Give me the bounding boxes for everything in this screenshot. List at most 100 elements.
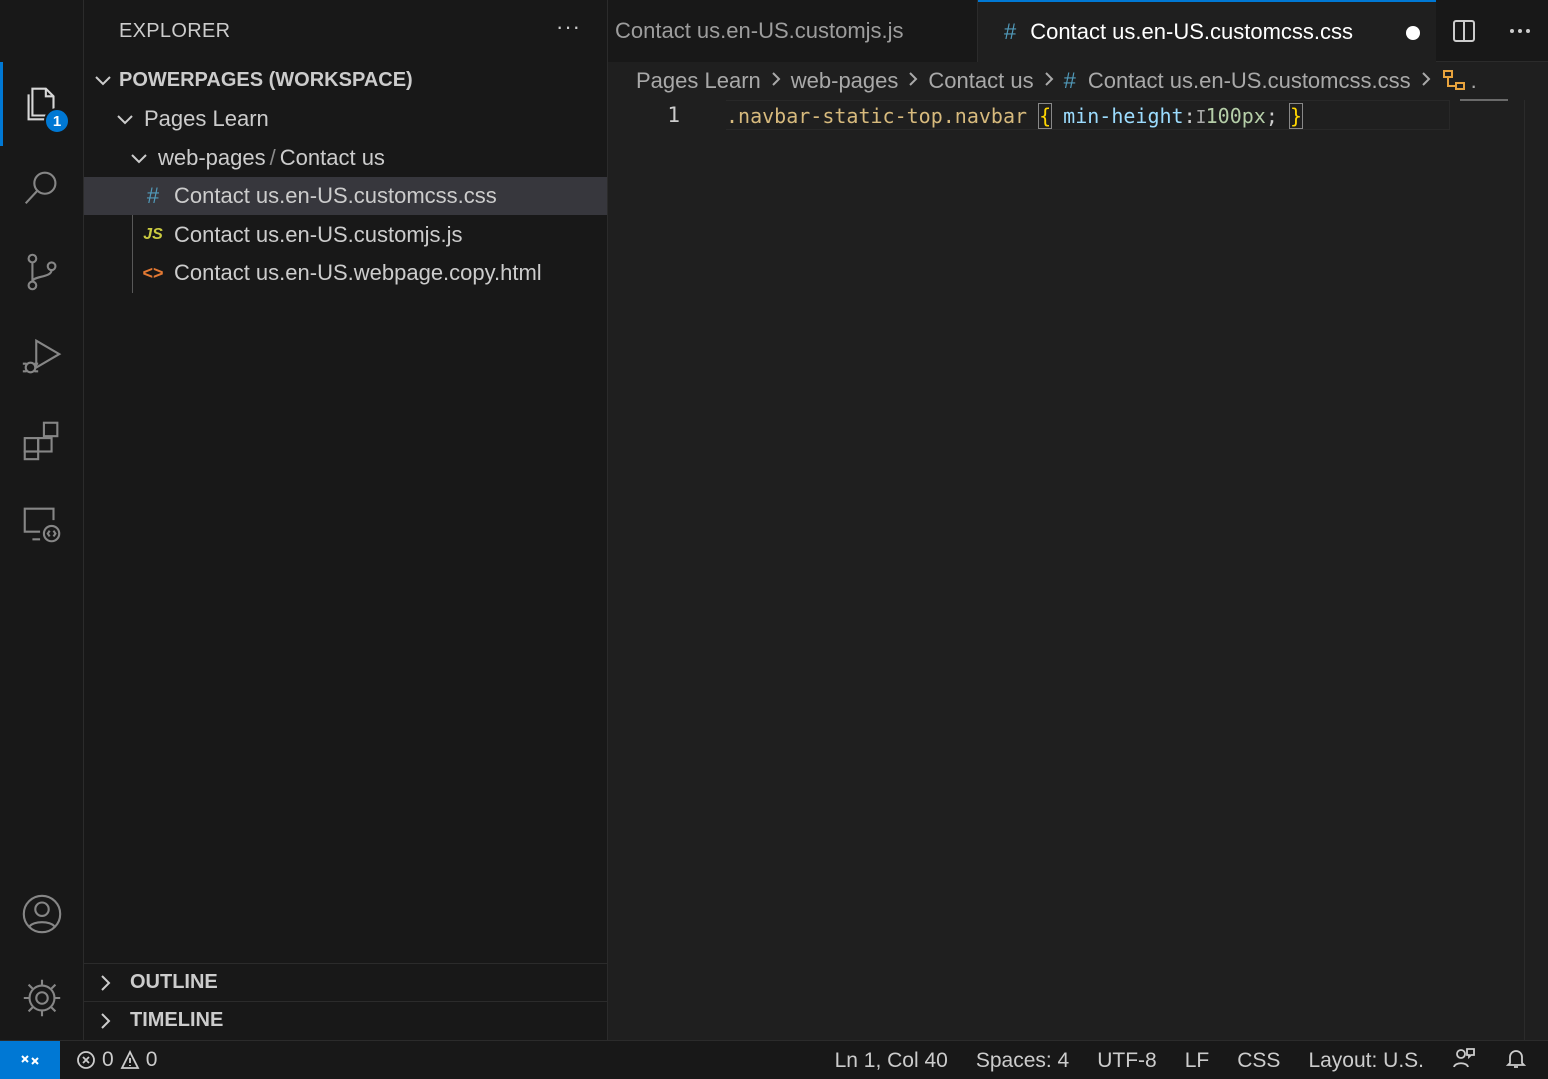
tree-file-webpage-copy[interactable]: <> Contact us.en-US.webpage.copy.html [84, 254, 607, 292]
status-bar-right: Ln 1, Col 40 Spaces: 4 UTF-8 LF CSS Layo… [835, 1041, 1548, 1079]
file-label: Contact us.en-US.webpage.copy.html [174, 260, 542, 285]
js-file-icon: JS [143, 226, 163, 243]
error-count: 0 [102, 1048, 114, 1071]
tab-label: Contact us.en-US.customcss.css [1030, 19, 1354, 44]
colon-token: : [1183, 104, 1196, 128]
remote-explorer-icon [23, 507, 61, 543]
status-bar: 0 0 Ln 1, Col 40 Spaces: 4 UTF-8 LF CSS … [0, 1040, 1548, 1079]
error-icon [77, 1051, 95, 1069]
breadcrumb-file[interactable]: Contact us.en-US.customcss.css [1088, 68, 1411, 94]
folder-label-web-pages: web-pages [158, 145, 266, 170]
css-selector-token: .navbar-static-top.navbar [726, 104, 1028, 128]
keyboard-layout-status[interactable]: Layout: U.S. [1308, 1049, 1424, 1073]
search-icon [24, 171, 57, 205]
tree-file-customjs[interactable]: JS Contact us.en-US.customjs.js [84, 216, 607, 254]
explorer-activity-button[interactable]: 1 [0, 62, 84, 146]
css-value-token: 100px [1205, 104, 1266, 128]
workspace-label: POWERPAGES (WORKSPACE) [119, 68, 413, 91]
accounts-activity-button[interactable] [0, 872, 84, 956]
unsaved-dot-icon[interactable] [1406, 26, 1420, 40]
editor-tab-bar: Contact us.en-US.customjs.js # Contact u… [608, 0, 1548, 62]
open-brace-token: { [1038, 103, 1053, 129]
tab-customjs[interactable]: Contact us.en-US.customjs.js [608, 0, 978, 62]
warning-icon [120, 1050, 140, 1069]
extensions-icon [23, 421, 59, 461]
folder-path-separator: / [269, 145, 276, 170]
chevron-down-icon [128, 147, 150, 169]
activity-bar: 1 [0, 0, 84, 1040]
more-actions-icon[interactable] [1507, 18, 1533, 44]
run-debug-activity-button[interactable] [0, 314, 84, 398]
explorer-sidebar: EXPLORER ··· POWERPAGES (WORKSPACE) Page… [84, 0, 608, 1040]
code-line-1[interactable]: .navbar-static-top.navbar { min-height:I… [726, 100, 1450, 130]
remote-indicator-button[interactable] [0, 1040, 60, 1079]
tree-folder-web-pages-contact-us[interactable]: web-pages / Contact us [84, 139, 607, 177]
vertical-scrollbar[interactable] [1524, 100, 1548, 1040]
chevron-right-icon [1419, 68, 1433, 94]
folder-label: Pages Learn [144, 106, 269, 131]
gear-icon [23, 979, 61, 1017]
chevron-right-icon [769, 68, 783, 94]
minimap[interactable] [1460, 99, 1508, 101]
account-icon [22, 894, 62, 934]
explorer-title: EXPLORER [119, 19, 231, 42]
chevron-right-icon [94, 1010, 116, 1032]
run-debug-icon [22, 338, 62, 374]
bell-icon [1505, 1049, 1527, 1068]
split-editor-icon[interactable] [1451, 18, 1477, 44]
html-file-icon: <> [142, 262, 164, 283]
language-mode-status[interactable]: CSS [1237, 1049, 1280, 1073]
explorer-header: EXPLORER ··· [84, 0, 607, 62]
outline-section-header[interactable]: OUTLINE [84, 963, 607, 1001]
breadcrumb-item[interactable]: Pages Learn [636, 68, 761, 94]
source-control-activity-button[interactable] [0, 230, 84, 314]
search-activity-button[interactable] [0, 146, 84, 230]
css-file-icon: # [146, 183, 160, 208]
outline-label: OUTLINE [130, 971, 218, 993]
explorer-badge: 1 [44, 108, 70, 134]
timeline-label: TIMELINE [130, 1009, 224, 1031]
css-file-icon: # [1063, 68, 1076, 93]
feedback-button[interactable] [1452, 1046, 1476, 1076]
source-control-icon [27, 253, 57, 291]
tree-file-customcss[interactable]: # Contact us.en-US.customcss.css [84, 177, 607, 215]
extensions-activity-button[interactable] [0, 398, 84, 482]
chevron-right-icon [906, 68, 920, 94]
breadcrumb: Pages Learn web-pages Contact us # Conta… [636, 62, 1548, 100]
text-cursor-icon: I [1195, 107, 1207, 128]
problems-status-button[interactable]: 0 0 [76, 1048, 157, 1072]
css-property-token: min-height [1063, 104, 1184, 128]
code-editor[interactable]: 1 .navbar-static-top.navbar { min-height… [608, 100, 1524, 1040]
chevron-down-icon [92, 69, 114, 91]
breadcrumb-symbol[interactable]: . [1471, 68, 1477, 94]
encoding-status[interactable]: UTF-8 [1097, 1049, 1157, 1073]
semicolon-token: ; [1265, 104, 1278, 128]
file-label: Contact us.en-US.customjs.js [174, 222, 463, 247]
file-label: Contact us.en-US.customcss.css [174, 183, 497, 208]
cursor-position-status[interactable]: Ln 1, Col 40 [835, 1049, 948, 1073]
workspace-section-header[interactable]: POWERPAGES (WORKSPACE) [84, 61, 607, 99]
notifications-button[interactable] [1504, 1046, 1528, 1076]
breadcrumb-item[interactable]: web-pages [791, 68, 899, 94]
remote-explorer-activity-button[interactable] [0, 482, 84, 566]
manage-activity-button[interactable] [0, 956, 84, 1040]
tab-label: Contact us.en-US.customjs.js [615, 18, 904, 43]
chevron-right-icon [94, 972, 116, 994]
timeline-section-header[interactable]: TIMELINE [84, 1001, 607, 1039]
close-brace-token: } [1288, 103, 1304, 129]
symbol-icon [1441, 68, 1467, 94]
warning-count: 0 [145, 1048, 158, 1071]
breadcrumb-item[interactable]: Contact us [928, 68, 1033, 94]
feedback-icon [1453, 1047, 1475, 1067]
tab-customcss[interactable]: # Contact us.en-US.customcss.css [978, 0, 1436, 62]
chevron-down-icon [114, 108, 136, 130]
tree-folder-pages-learn[interactable]: Pages Learn [84, 100, 607, 138]
chevron-right-icon [1042, 68, 1056, 94]
explorer-more-actions-button[interactable]: ··· [556, 14, 581, 40]
indentation-status[interactable]: Spaces: 4 [976, 1049, 1069, 1073]
eol-status[interactable]: LF [1185, 1049, 1210, 1073]
folder-label-contact-us: Contact us [279, 145, 385, 170]
css-file-icon: # [1004, 19, 1017, 44]
editor-actions [1436, 0, 1548, 62]
line-number: 1 [667, 103, 680, 127]
